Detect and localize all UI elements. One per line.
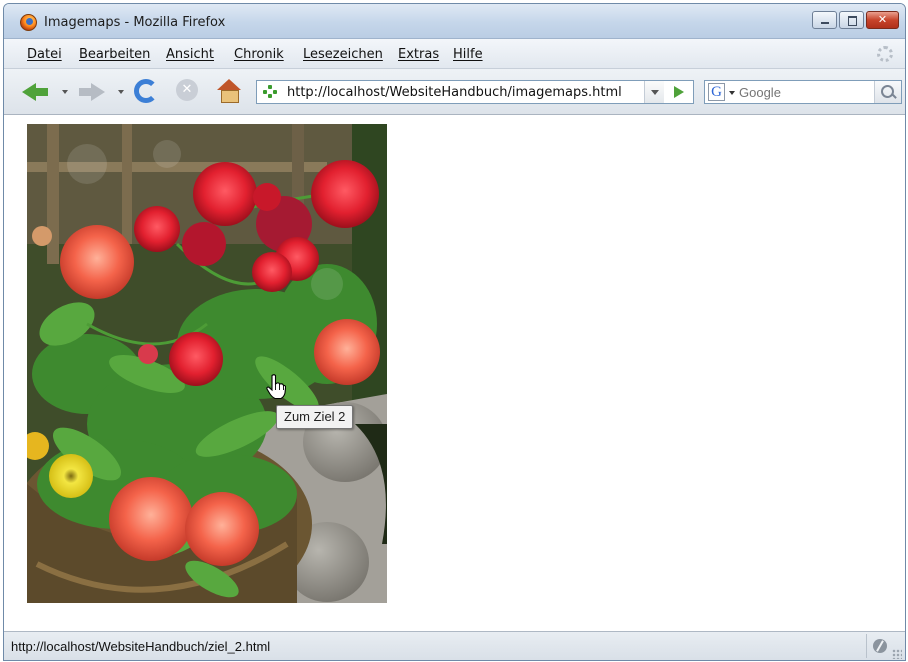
navigation-toolbar: ✕ http://localhost/WebsiteHandbuch/image…: [4, 69, 905, 115]
activity-throbber-icon: [877, 46, 893, 62]
menu-datei[interactable]: Datei: [27, 47, 62, 62]
flower-imagemap-photo[interactable]: [27, 124, 387, 603]
search-bar[interactable]: G: [704, 80, 902, 104]
address-url[interactable]: http://localhost/WebsiteHandbuch/imagema…: [287, 85, 622, 100]
home-icon[interactable]: [217, 79, 241, 103]
menu-ansicht[interactable]: Ansicht: [166, 47, 214, 62]
menu-bearbeiten[interactable]: Bearbeiten: [79, 47, 150, 62]
menu-extras[interactable]: Extras: [398, 47, 439, 62]
no-security-icon: [873, 639, 887, 653]
site-favicon-icon: [263, 85, 277, 99]
url-history-dropdown-icon[interactable]: [644, 81, 664, 103]
search-magnifier-icon[interactable]: [874, 81, 901, 103]
title-bar: Imagemaps - Mozilla Firefox: [4, 4, 905, 39]
imagemap-tooltip: Zum Ziel 2: [276, 405, 354, 429]
back-history-dropdown-icon[interactable]: [62, 90, 68, 94]
close-button[interactable]: [866, 11, 899, 29]
browser-window: Imagemaps - Mozilla Firefox Datei Bearbe…: [3, 3, 906, 661]
google-engine-icon[interactable]: G: [708, 83, 725, 101]
search-input[interactable]: [739, 83, 869, 101]
firefox-icon: [20, 14, 37, 31]
resize-grip-icon[interactable]: [892, 649, 902, 659]
stop-icon[interactable]: ✕: [176, 79, 198, 101]
menu-lesezeichen[interactable]: Lesezeichen: [303, 47, 383, 62]
window-title: Imagemaps - Mozilla Firefox: [44, 15, 226, 30]
menu-chronik[interactable]: Chronik: [234, 47, 284, 62]
go-arrow-icon[interactable]: [665, 81, 693, 103]
status-link-url: http://localhost/WebsiteHandbuch/ziel_2.…: [11, 639, 271, 654]
minimize-button[interactable]: [812, 11, 837, 29]
window-controls: [812, 11, 899, 29]
menu-bar: Datei Bearbeiten Ansicht Chronik Lesezei…: [4, 39, 905, 69]
reload-icon[interactable]: [134, 79, 158, 103]
hand-pointer-cursor-icon: [266, 374, 286, 400]
forward-history-dropdown-icon[interactable]: [118, 90, 124, 94]
forward-arrow-icon[interactable]: [79, 79, 107, 103]
status-bar: http://localhost/WebsiteHandbuch/ziel_2.…: [4, 631, 905, 660]
status-separator: [866, 634, 867, 658]
back-arrow-icon[interactable]: [22, 79, 50, 103]
maximize-button[interactable]: [839, 11, 864, 29]
page-content: Zum Ziel 2: [4, 116, 905, 631]
flower-photo-illustration: [27, 124, 387, 603]
engine-dropdown-icon[interactable]: [729, 91, 735, 95]
menu-hilfe[interactable]: Hilfe: [453, 47, 483, 62]
address-bar[interactable]: http://localhost/WebsiteHandbuch/imagema…: [256, 80, 694, 104]
